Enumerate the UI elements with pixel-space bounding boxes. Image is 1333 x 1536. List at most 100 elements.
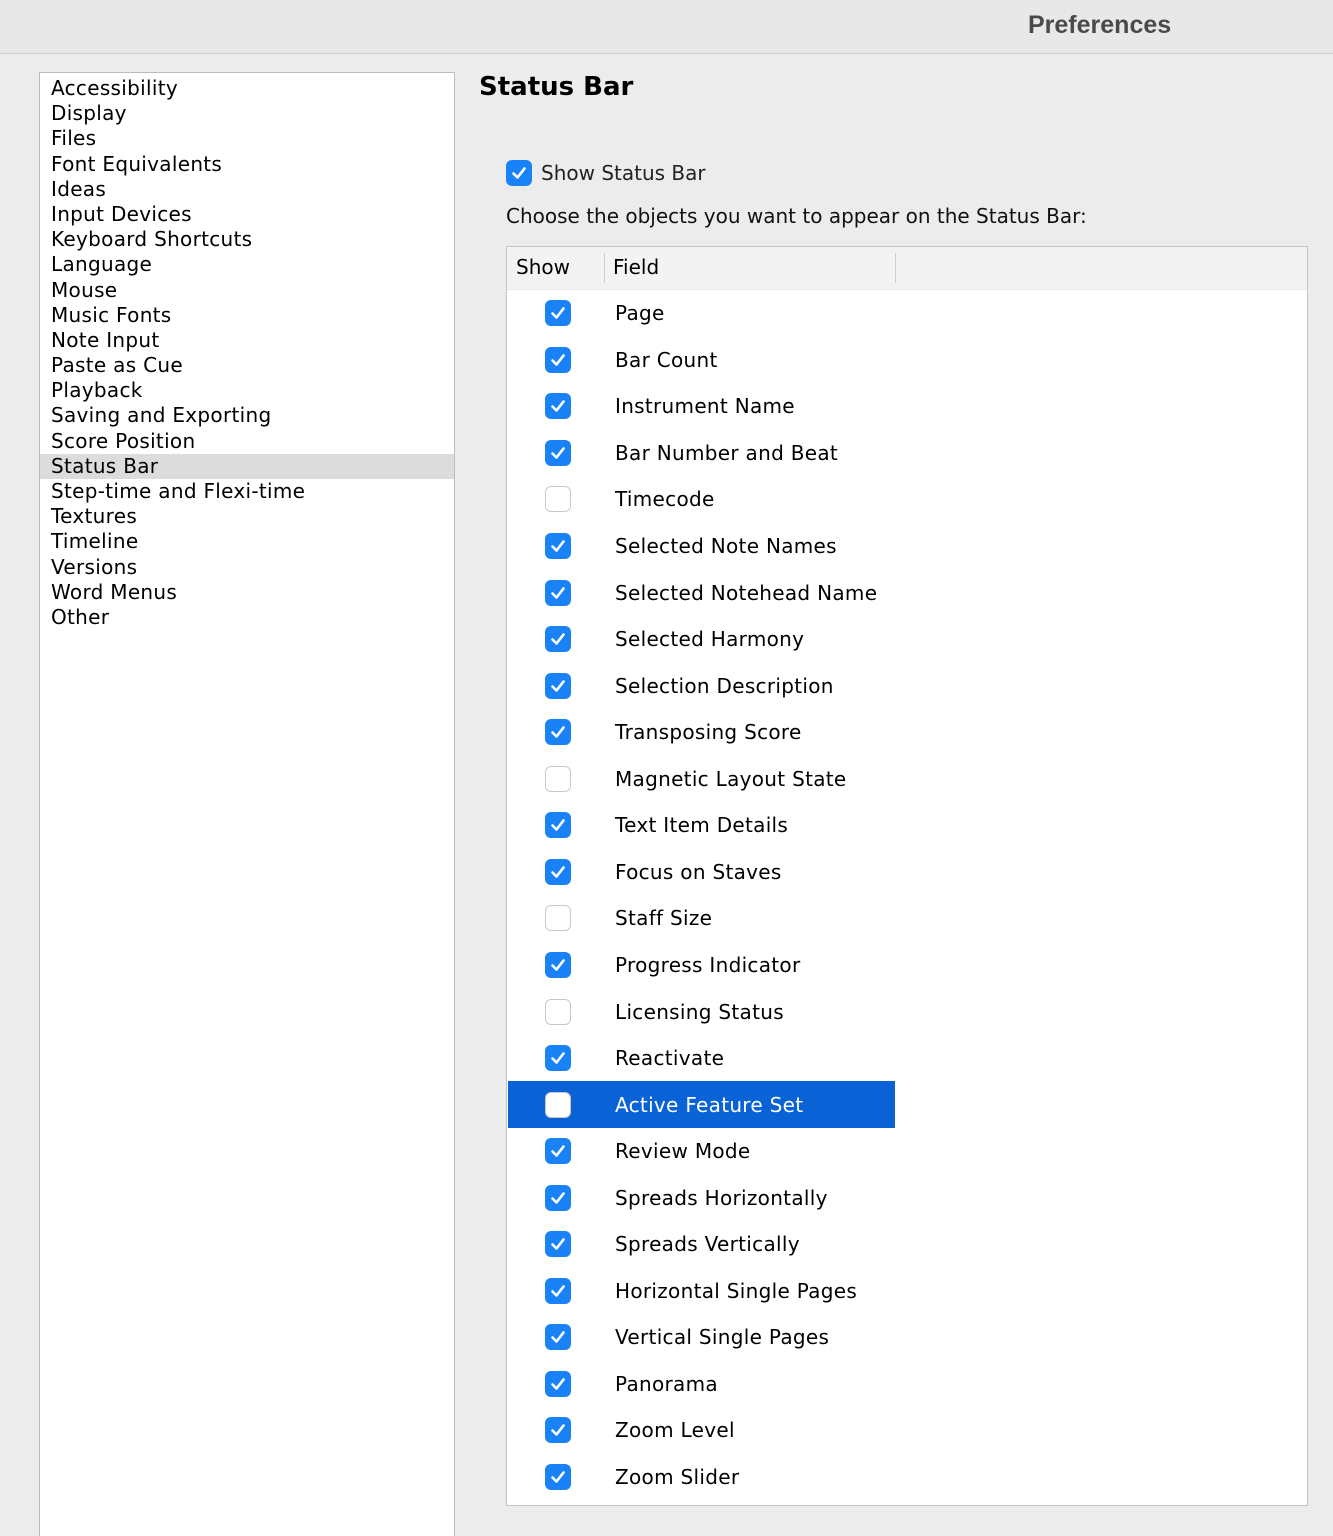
show-checkbox[interactable] bbox=[545, 346, 571, 373]
checkmark-icon bbox=[551, 1145, 565, 1157]
sidebar-item-font-equivalents[interactable]: Font Equivalents bbox=[40, 152, 454, 177]
preferences-category-list[interactable]: Accessibility Display Files Font Equivalent… bbox=[39, 72, 455, 1536]
show-checkbox[interactable] bbox=[545, 765, 571, 792]
checkmark-icon bbox=[551, 866, 565, 878]
sidebar-item-step-time-and-flexi-time[interactable]: Step-time and Flexi-time bbox=[40, 479, 454, 504]
sidebar-item-language[interactable]: Language bbox=[40, 252, 454, 277]
table-row[interactable]: Selected Harmony bbox=[508, 616, 895, 663]
sidebar-item-paste-as-cue[interactable]: Paste as Cue bbox=[40, 353, 454, 378]
show-checkbox[interactable] bbox=[545, 1464, 571, 1490]
checkmark-icon bbox=[551, 586, 565, 599]
table-row[interactable]: Zoom Slider bbox=[508, 1454, 895, 1501]
show-checkbox[interactable] bbox=[545, 1231, 571, 1258]
sidebar-item-playback[interactable]: Playback bbox=[40, 378, 454, 403]
checkmark-icon bbox=[551, 679, 565, 692]
column-separator[interactable] bbox=[604, 253, 605, 283]
sidebar-item-input-devices[interactable]: Input Devices bbox=[40, 202, 454, 227]
sidebar-item-word-menus[interactable]: Word Menus bbox=[40, 580, 454, 605]
show-checkbox[interactable] bbox=[545, 439, 571, 466]
sidebar-item-versions[interactable]: Versions bbox=[40, 555, 454, 580]
checkmark-icon bbox=[551, 959, 565, 971]
show-checkbox[interactable] bbox=[545, 1324, 571, 1351]
instruction-text: Choose the objects you want to appear on… bbox=[506, 204, 1087, 228]
table-row[interactable]: Reactivate bbox=[508, 1035, 895, 1082]
sidebar-item-status-bar[interactable]: Status Bar bbox=[40, 453, 454, 479]
show-checkbox[interactable] bbox=[545, 1138, 571, 1165]
show-checkbox[interactable] bbox=[545, 998, 571, 1025]
table-row[interactable]: Timecode bbox=[508, 476, 895, 523]
sidebar-item-note-input[interactable]: Note Input bbox=[40, 328, 454, 353]
field-label: Panorama bbox=[615, 1371, 718, 1396]
show-checkbox[interactable] bbox=[545, 1370, 571, 1397]
sidebar-item-other[interactable]: Other bbox=[40, 605, 454, 630]
sidebar-item-accessibility[interactable]: Accessibility bbox=[40, 76, 454, 101]
column-header-field[interactable]: Field bbox=[613, 255, 659, 279]
table-row[interactable]: Text Item Details bbox=[508, 802, 895, 849]
field-label: Bar Number and Beat bbox=[615, 440, 839, 465]
sidebar-item-mouse[interactable]: Mouse bbox=[40, 278, 454, 303]
field-label: Selection Description bbox=[615, 673, 834, 698]
field-label: Magnetic Layout State bbox=[615, 766, 847, 791]
checkmark-icon bbox=[551, 307, 565, 320]
field-label: Spreads Vertically bbox=[615, 1232, 800, 1257]
checkmark-icon bbox=[551, 819, 565, 832]
table-row[interactable]: Panorama bbox=[508, 1361, 895, 1408]
table-row[interactable]: Progress Indicator bbox=[508, 942, 895, 989]
show-checkbox[interactable] bbox=[545, 951, 571, 978]
show-checkbox[interactable] bbox=[545, 579, 571, 606]
sidebar-item-music-fonts[interactable]: Music Fonts bbox=[40, 303, 454, 328]
field-label: Licensing Status bbox=[615, 999, 784, 1024]
table-row[interactable]: Instrument Name bbox=[508, 383, 895, 430]
show-checkbox[interactable] bbox=[545, 533, 571, 559]
table-row[interactable]: Bar Count bbox=[508, 337, 895, 384]
table-row[interactable]: Licensing Status bbox=[508, 988, 895, 1035]
table-row[interactable]: Active Feature Set bbox=[508, 1081, 895, 1128]
table-row[interactable]: Spreads Vertically bbox=[508, 1221, 895, 1268]
sidebar-item-keyboard-shortcuts[interactable]: Keyboard Shortcuts bbox=[40, 227, 454, 252]
show-checkbox[interactable] bbox=[545, 1091, 571, 1118]
show-checkbox[interactable] bbox=[545, 672, 571, 699]
table-row[interactable]: Magnetic Layout State bbox=[508, 756, 895, 803]
show-checkbox[interactable] bbox=[545, 1045, 571, 1072]
show-status-bar-checkbox[interactable] bbox=[506, 160, 532, 186]
table-row[interactable]: Spreads Horizontally bbox=[508, 1174, 895, 1221]
field-label: Progress Indicator bbox=[615, 952, 801, 977]
show-checkbox[interactable] bbox=[545, 486, 571, 513]
show-checkbox[interactable] bbox=[545, 1277, 571, 1304]
table-row[interactable]: Page bbox=[508, 290, 895, 337]
table-row[interactable]: Zoom Level bbox=[508, 1407, 895, 1454]
show-status-bar-toggle[interactable]: Show Status Bar bbox=[506, 159, 706, 187]
show-checkbox[interactable] bbox=[545, 812, 571, 839]
checkmark-icon bbox=[512, 167, 526, 179]
sidebar-item-ideas[interactable]: Ideas bbox=[40, 177, 454, 202]
sidebar-item-files[interactable]: Files bbox=[40, 126, 454, 151]
show-checkbox[interactable] bbox=[545, 905, 571, 932]
table-row[interactable]: Bar Number and Beat bbox=[508, 430, 895, 477]
show-checkbox[interactable] bbox=[545, 626, 571, 653]
table-row[interactable]: Horizontal Single Pages bbox=[508, 1268, 895, 1315]
sidebar-item-saving-and-exporting[interactable]: Saving and Exporting bbox=[40, 403, 454, 428]
table-row[interactable]: Vertical Single Pages bbox=[508, 1314, 895, 1361]
field-label: Instrument Name bbox=[615, 394, 795, 419]
sidebar-item-timeline[interactable]: Timeline bbox=[40, 529, 454, 554]
show-checkbox[interactable] bbox=[545, 719, 571, 746]
table-row[interactable]: Selected Notehead Name bbox=[508, 569, 895, 616]
table-row[interactable]: Focus on Staves bbox=[508, 849, 895, 896]
sidebar-item-score-position[interactable]: Score Position bbox=[40, 429, 454, 454]
status-bar-fields-table[interactable]: Show Field Page Bar Count Instrument Name B… bbox=[506, 246, 1308, 1506]
field-label: Selected Notehead Name bbox=[615, 580, 878, 605]
sidebar-item-display[interactable]: Display bbox=[40, 101, 454, 126]
column-header-show[interactable]: Show bbox=[516, 255, 570, 279]
table-row[interactable]: Review Mode bbox=[508, 1128, 895, 1175]
table-row[interactable]: Transposing Score bbox=[508, 709, 895, 756]
show-checkbox[interactable] bbox=[545, 393, 571, 420]
show-checkbox[interactable] bbox=[545, 300, 571, 327]
column-separator[interactable] bbox=[895, 253, 896, 283]
table-row[interactable]: Staff Size bbox=[508, 895, 895, 942]
show-checkbox[interactable] bbox=[545, 1184, 571, 1211]
sidebar-item-textures[interactable]: Textures bbox=[40, 504, 454, 529]
table-row[interactable]: Selection Description bbox=[508, 662, 895, 709]
show-checkbox[interactable] bbox=[545, 1417, 571, 1444]
table-row[interactable]: Selected Note Names bbox=[508, 523, 895, 570]
show-checkbox[interactable] bbox=[545, 858, 571, 885]
